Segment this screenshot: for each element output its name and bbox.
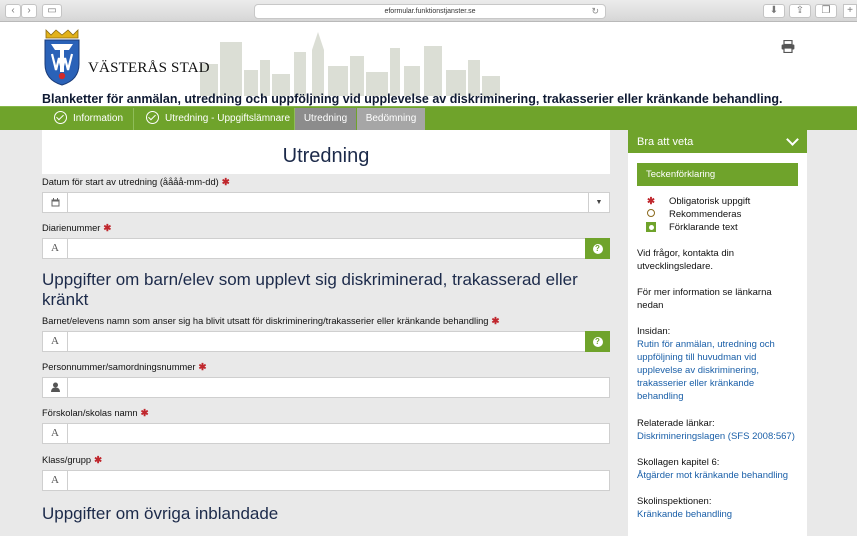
share-button[interactable]: ⇪ bbox=[789, 4, 811, 18]
brand-name: VÄSTERÅS STAD bbox=[88, 60, 210, 76]
print-icon[interactable] bbox=[781, 40, 795, 53]
legend-explanatory: Förklarande text bbox=[645, 222, 738, 233]
text-icon: A bbox=[43, 424, 68, 443]
city-skyline-graphic bbox=[200, 32, 500, 96]
required-icon: ✱ bbox=[94, 455, 102, 465]
question-icon: ? bbox=[592, 337, 603, 347]
required-icon: ✱ bbox=[491, 316, 500, 326]
tab-information[interactable]: Information bbox=[42, 108, 134, 131]
step-navigation: Information Utredning - Uppgiftslämnare … bbox=[0, 106, 857, 131]
text-icon: A bbox=[43, 332, 68, 351]
tab-label: Information bbox=[73, 113, 124, 124]
tab-label: Utredning bbox=[303, 113, 348, 124]
required-icon: ✱ bbox=[140, 408, 149, 418]
sidebar-toggle-button[interactable]: ▭ bbox=[42, 4, 62, 18]
sidebar-header-toggle[interactable]: Bra att veta bbox=[628, 130, 807, 153]
sidebar-heading: Bra att veta bbox=[637, 136, 694, 148]
diarienummer-field: A ? bbox=[42, 238, 610, 259]
tab-label: Utredning - Uppgiftslämnare bbox=[165, 113, 291, 124]
reload-icon[interactable]: ↻ bbox=[591, 5, 599, 18]
field-label-school-name: Förskolan/skolas namn ✱ bbox=[42, 408, 149, 418]
school-name-input[interactable] bbox=[68, 424, 609, 443]
more-info-text: För mer information se länkarna nedan bbox=[637, 287, 772, 311]
help-button[interactable]: ? bbox=[585, 238, 610, 259]
class-group-input[interactable] bbox=[68, 471, 609, 490]
required-icon: ✱ bbox=[221, 177, 230, 187]
recommended-circle-icon bbox=[645, 209, 657, 220]
skollagen-link[interactable]: Åtgärder mot kränkande behandling bbox=[637, 469, 799, 482]
check-circle-icon bbox=[146, 110, 159, 124]
field-label-diarienummer: Diarienummer ✱ bbox=[42, 223, 112, 233]
contact-text: Vid frågor, kontakta din utvecklingsleda… bbox=[637, 248, 734, 272]
start-date-input[interactable] bbox=[68, 193, 609, 212]
page-subtitle: Blanketter för anmälan, utredning och up… bbox=[42, 92, 783, 106]
help-button[interactable]: ? bbox=[585, 331, 610, 352]
personnummer-input[interactable] bbox=[68, 378, 609, 397]
chevron-down-icon bbox=[786, 133, 799, 146]
site-header: VÄSTERÅS STAD Blanketter för anmälan, ut… bbox=[0, 22, 857, 106]
tab-bedomning[interactable]: Bedömning bbox=[357, 108, 425, 131]
field-label-class-group: Klass/grupp ✱ bbox=[42, 455, 102, 465]
field-label-child-name: Barnet/elevens namn som anser sig ha bli… bbox=[42, 316, 500, 326]
downloads-button[interactable]: ⬇ bbox=[763, 4, 785, 18]
diskrimineringslagen-link[interactable]: Diskrimineringslagen (SFS 2008:567) bbox=[637, 430, 799, 443]
section-heading-others: Uppgifter om övriga inblandade bbox=[42, 504, 279, 523]
legend-recommended: Rekommenderas bbox=[645, 209, 741, 220]
address-text: eformular.funktionstjanster.se bbox=[384, 8, 476, 15]
class-group-field: A bbox=[42, 470, 610, 491]
skolinspektionen-label: Skolinspektionen: bbox=[637, 496, 712, 507]
skollagen-label: Skollagen kapitel 6: bbox=[637, 457, 720, 468]
check-circle-icon bbox=[54, 110, 67, 124]
required-icon: ✱ bbox=[103, 223, 112, 233]
start-date-field: ▼ bbox=[42, 192, 610, 213]
info-sidebar: Bra att veta Teckenförklaring ✱ Obligator… bbox=[628, 130, 807, 536]
child-name-field: A ? bbox=[42, 331, 610, 352]
tab-label: Bedömning bbox=[365, 113, 417, 124]
dropdown-arrow-icon[interactable]: ▼ bbox=[588, 193, 609, 212]
insidan-label: Insidan: bbox=[637, 326, 671, 337]
address-bar[interactable]: eformular.funktionstjanster.se ↻ bbox=[254, 4, 606, 19]
form-title-box: Utredning bbox=[42, 130, 610, 174]
person-icon bbox=[43, 378, 68, 397]
skolinspektionen-link[interactable]: Kränkande behandling bbox=[637, 508, 799, 521]
insidan-link[interactable]: Rutin för anmälan, utredning och uppfölj… bbox=[637, 338, 799, 403]
calendar-icon[interactable] bbox=[43, 193, 68, 212]
diarienummer-input[interactable] bbox=[68, 239, 609, 258]
back-button[interactable]: ‹ bbox=[5, 4, 21, 18]
vasteras-coat-of-arms-logo bbox=[44, 29, 80, 86]
form-area: Utredning Datum för start av utredning (… bbox=[0, 130, 620, 536]
tab-utredning[interactable]: Utredning bbox=[295, 108, 356, 131]
section-heading-child: Uppgifter om barn/elev som upplevt sig d… bbox=[42, 270, 578, 309]
form-title: Utredning bbox=[282, 145, 370, 167]
new-tab-button[interactable]: + bbox=[843, 4, 857, 18]
school-name-field: A bbox=[42, 423, 610, 444]
required-icon: ✱ bbox=[647, 196, 655, 207]
personnummer-field bbox=[42, 377, 610, 398]
required-icon: ✱ bbox=[198, 362, 207, 372]
text-icon: A bbox=[43, 239, 68, 258]
question-icon: ? bbox=[592, 244, 603, 254]
related-links-label: Relaterade länkar: bbox=[637, 418, 715, 429]
field-label-start-date: Datum för start av utredning (åååå-mm-dd… bbox=[42, 177, 230, 187]
browser-toolbar: ‹ › ▭ eformular.funktionstjanster.se ↻ ⬇… bbox=[0, 0, 857, 22]
legend-required: ✱ Obligatorisk uppgift bbox=[645, 196, 750, 207]
forward-button[interactable]: › bbox=[21, 4, 37, 18]
question-icon bbox=[645, 222, 657, 233]
tabs-button[interactable]: ❐ bbox=[815, 4, 837, 18]
field-label-personnummer: Personnummer/samordningsnummer ✱ bbox=[42, 362, 207, 372]
text-icon: A bbox=[43, 471, 68, 490]
legend-title: Teckenförklaring bbox=[637, 163, 798, 186]
child-name-input[interactable] bbox=[68, 332, 609, 351]
tab-utredning-uppgiftslamnare[interactable]: Utredning - Uppgiftslämnare bbox=[134, 108, 295, 131]
